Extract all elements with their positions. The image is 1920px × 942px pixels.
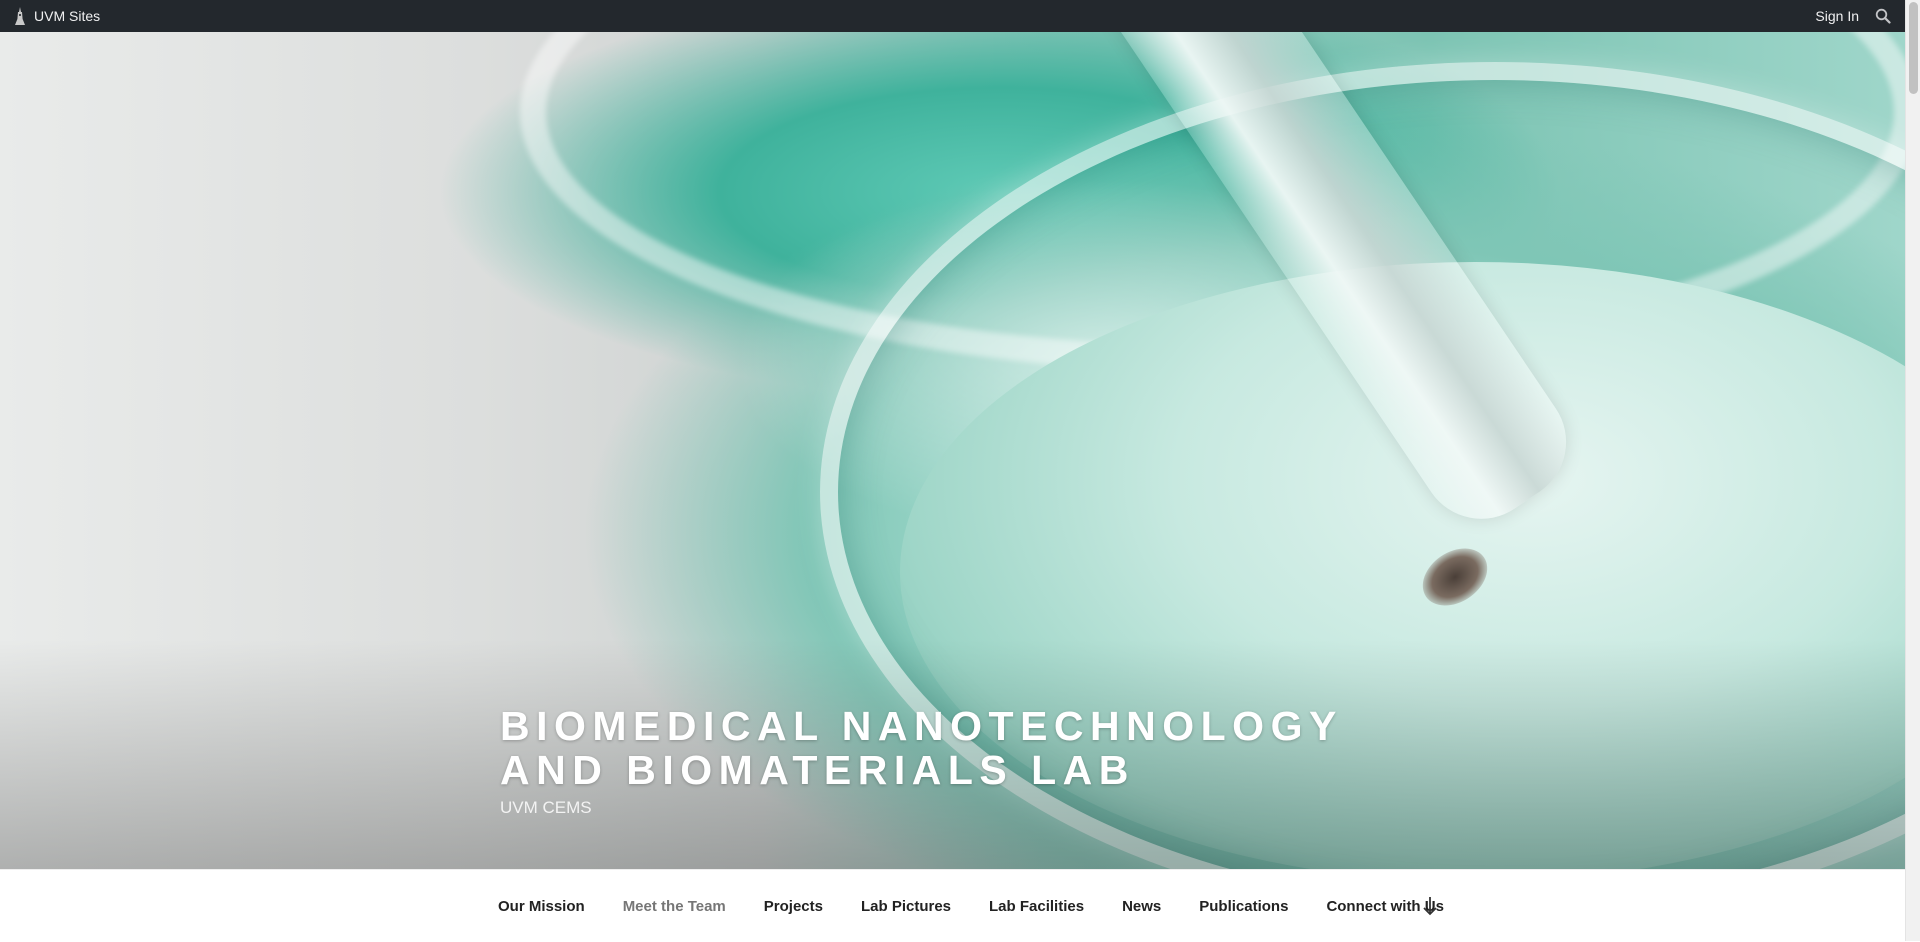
main-navigation: Our Mission Meet the Team Projects Lab P… xyxy=(0,869,1905,941)
nav-item-meet-the-team[interactable]: Meet the Team xyxy=(623,898,726,915)
site-branding: Biomedical Nanotechnology and Biomateria… xyxy=(500,704,1400,818)
page-scrollbar[interactable] xyxy=(1905,0,1920,941)
search-button[interactable] xyxy=(1875,8,1891,24)
scroll-down-button[interactable] xyxy=(1422,896,1438,921)
nav-item-publications[interactable]: Publications xyxy=(1199,898,1288,915)
search-icon xyxy=(1875,8,1891,24)
uvm-tower-icon xyxy=(15,7,25,25)
site-title[interactable]: Biomedical Nanotechnology and Biomateria… xyxy=(500,704,1400,792)
nav-item-lab-pictures[interactable]: Lab Pictures xyxy=(861,898,951,915)
nav-item-lab-facilities[interactable]: Lab Facilities xyxy=(989,898,1084,915)
nav-item-news[interactable]: News xyxy=(1122,898,1161,915)
scrollbar-thumb[interactable] xyxy=(1909,2,1918,94)
site-tagline: UVM CEMS xyxy=(500,798,592,817)
uvm-sites-link[interactable]: UVM Sites xyxy=(0,0,100,32)
sign-in-link[interactable]: Sign In xyxy=(1815,8,1859,24)
nav-item-our-mission[interactable]: Our Mission xyxy=(498,898,585,915)
admin-bar: UVM Sites Sign In xyxy=(0,0,1905,32)
uvm-sites-label: UVM Sites xyxy=(34,8,101,24)
hero-header: Biomedical Nanotechnology and Biomateria… xyxy=(0,32,1905,869)
arrow-down-icon xyxy=(1423,897,1437,916)
nav-menu: Our Mission Meet the Team Projects Lab P… xyxy=(498,870,1482,942)
nav-item-projects[interactable]: Projects xyxy=(764,898,823,915)
